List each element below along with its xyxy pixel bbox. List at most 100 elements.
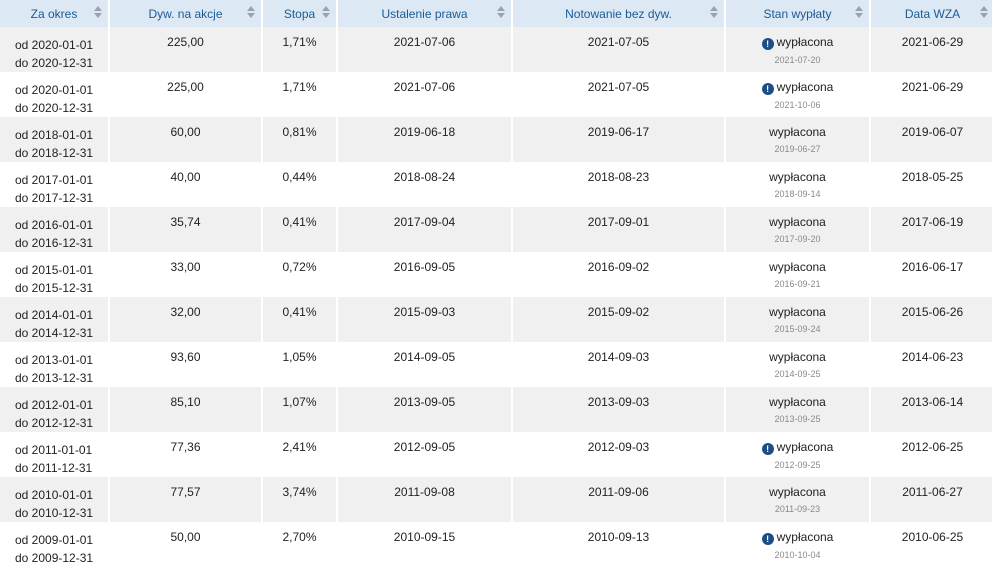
record-date-value: 2021-07-06 — [393, 80, 456, 94]
cell-ex-date: 2017-09-01 — [513, 207, 726, 252]
period-from: od 2016-01-01 — [15, 218, 94, 232]
dividend-value: 35,74 — [170, 215, 201, 229]
cell-status: ! wypłacona 2021-07-20 — [726, 27, 871, 72]
period-from: od 2017-01-01 — [15, 173, 94, 187]
cell-ex-date: 2014-09-03 — [513, 342, 726, 387]
agm-date-value: 2021-06-29 — [901, 35, 964, 49]
status-label: wypłacona — [769, 215, 826, 229]
table-row: od 2018-01-01 do 2018-12-31 60,00 0,81% 2019… — [0, 117, 992, 162]
cell-ex-date: 2019-06-17 — [513, 117, 726, 162]
cell-yield: 1,71% — [263, 72, 338, 117]
table-row: od 2009-01-01 do 2009-12-31 50,00 2,70% 2010… — [0, 522, 992, 567]
cell-record-date: 2012-09-05 — [338, 432, 513, 477]
cell-yield: 2,41% — [263, 432, 338, 477]
period-to: do 2009-12-31 — [15, 551, 94, 565]
record-date-value: 2019-06-18 — [393, 125, 456, 139]
record-date-value: 2011-09-08 — [394, 485, 455, 499]
pay-date: 2016-09-21 — [774, 279, 821, 289]
pay-date: 2014-09-25 — [774, 369, 821, 379]
agm-date-value: 2013-06-14 — [901, 395, 964, 409]
record-date-value: 2018-08-24 — [393, 170, 456, 184]
column-header-record-date[interactable]: Ustalenie prawa — [338, 0, 513, 27]
cell-record-date: 2010-09-15 — [338, 522, 513, 567]
period-to: do 2018-12-31 — [15, 146, 94, 160]
cell-ex-date: 2018-08-23 — [513, 162, 726, 207]
period-from: od 2020-01-01 — [15, 83, 94, 97]
cell-period: od 2017-01-01 do 2017-12-31 — [0, 162, 110, 207]
sort-icon[interactable] — [322, 5, 330, 21]
cell-agm-date: 2021-06-29 — [871, 27, 992, 72]
dividend-value: 40,00 — [170, 170, 201, 184]
cell-dividend: 60,00 — [110, 117, 263, 162]
sort-icon[interactable] — [497, 5, 505, 21]
cell-agm-date: 2013-06-14 — [871, 387, 992, 432]
pay-date: 2019-06-27 — [774, 144, 821, 154]
cell-record-date: 2017-09-04 — [338, 207, 513, 252]
sort-icon[interactable] — [980, 5, 988, 21]
record-date-value: 2021-07-06 — [393, 35, 456, 49]
column-header-status[interactable]: Stan wypłaty — [726, 0, 871, 27]
cell-yield: 0,41% — [263, 207, 338, 252]
record-date-value: 2017-09-04 — [393, 215, 456, 229]
table-row: od 2011-01-01 do 2011-12-31 77,36 2,41% 2012… — [0, 432, 992, 477]
cell-dividend: 77,57 — [110, 477, 263, 522]
period-to: do 2012-12-31 — [15, 416, 94, 430]
column-header-yield[interactable]: Stopa — [263, 0, 338, 27]
cell-status: ! wypłacona 2021-10-06 — [726, 72, 871, 117]
status-label: wypłacona — [769, 395, 826, 409]
pay-date: 2012-09-25 — [774, 460, 821, 470]
cell-status: wypłacona 2013-09-25 — [726, 387, 871, 432]
ex-date-value: 2012-09-03 — [587, 440, 650, 454]
agm-date-value: 2019-06-07 — [901, 125, 964, 139]
cell-dividend: 77,36 — [110, 432, 263, 477]
cell-yield: 1,71% — [263, 27, 338, 72]
status-label: wypłacona — [776, 80, 834, 94]
ex-date-value: 2019-06-17 — [587, 125, 650, 139]
cell-dividend: 225,00 — [110, 27, 263, 72]
period-from: od 2020-01-01 — [15, 38, 94, 52]
status-label: wypłacona — [776, 35, 834, 49]
column-header-ex-date[interactable]: Notowanie bez dyw. — [513, 0, 726, 27]
sort-icon[interactable] — [855, 5, 863, 21]
info-icon[interactable]: ! — [761, 83, 774, 95]
period-from: od 2014-01-01 — [15, 308, 94, 322]
cell-dividend: 50,00 — [110, 522, 263, 567]
cell-record-date: 2011-09-08 — [338, 477, 513, 522]
cell-agm-date: 2017-06-19 — [871, 207, 992, 252]
column-header-agm-date[interactable]: Data WZA — [871, 0, 992, 27]
info-icon[interactable]: ! — [761, 533, 774, 545]
dividend-value: 50,00 — [170, 530, 201, 544]
cell-dividend: 85,10 — [110, 387, 263, 432]
column-header-dividend[interactable]: Dyw. na akcje — [110, 0, 263, 27]
record-date-value: 2013-09-05 — [393, 395, 456, 409]
table-row: od 2017-01-01 do 2017-12-31 40,00 0,44% 2018… — [0, 162, 992, 207]
status-label: wypłacona — [769, 125, 826, 139]
cell-record-date: 2013-09-05 — [338, 387, 513, 432]
cell-period: od 2013-01-01 do 2013-12-31 — [0, 342, 110, 387]
cell-period: od 2012-01-01 do 2012-12-31 — [0, 387, 110, 432]
table-row: od 2012-01-01 do 2012-12-31 85,10 1,07% 2013… — [0, 387, 992, 432]
status-label: wypłacona — [776, 530, 834, 544]
sort-icon[interactable] — [94, 5, 102, 21]
column-header-label: Data WZA — [904, 6, 961, 21]
info-icon[interactable]: ! — [761, 443, 774, 455]
yield-value: 1,05% — [282, 350, 317, 364]
yield-value: 0,41% — [282, 215, 317, 229]
column-header-label: Dyw. na akcje — [148, 6, 223, 21]
sort-icon[interactable] — [247, 5, 255, 21]
period-to: do 2011-12-31 — [15, 461, 93, 475]
period-to: do 2014-12-31 — [15, 326, 94, 340]
yield-value: 0,41% — [282, 305, 317, 319]
dividend-value: 225,00 — [167, 35, 204, 49]
cell-dividend: 33,00 — [110, 252, 263, 297]
cell-ex-date: 2021-07-05 — [513, 72, 726, 117]
dividend-table: Za okres Dyw. na akcje Stopa Ustalenie praw… — [0, 0, 992, 567]
column-header-period[interactable]: Za okres — [0, 0, 110, 27]
cell-period: od 2009-01-01 do 2009-12-31 — [0, 522, 110, 567]
column-header-label: Stan wypłaty — [763, 6, 832, 21]
info-icon[interactable]: ! — [761, 38, 774, 50]
cell-period: od 2016-01-01 do 2016-12-31 — [0, 207, 110, 252]
sort-icon[interactable] — [710, 5, 718, 21]
agm-date-value: 2014-06-23 — [901, 350, 964, 364]
cell-agm-date: 2014-06-23 — [871, 342, 992, 387]
